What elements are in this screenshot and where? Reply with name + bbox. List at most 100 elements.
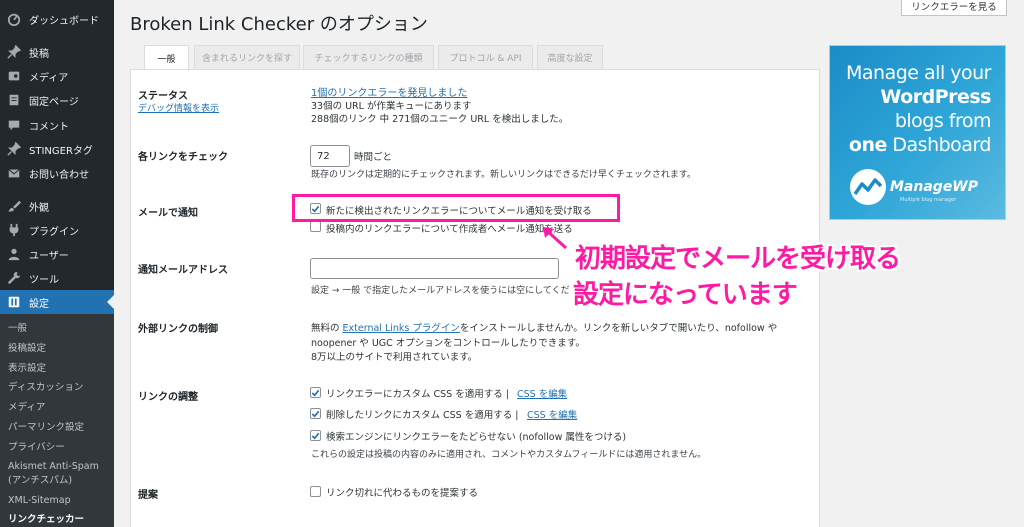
ad-line4-bold: one [848, 134, 887, 156]
page-title: Broken Link Checker のオプション [130, 14, 428, 35]
ad-line1: Manage all your [846, 62, 991, 84]
broken-css-checkbox[interactable] [310, 387, 321, 398]
checkmark-icon [311, 432, 320, 439]
checkmark-icon [311, 410, 320, 417]
menu-item-dashboard[interactable]: ダッシュボード [0, 7, 114, 31]
comment-icon [6, 117, 22, 133]
menu-label: 固定ページ [29, 96, 79, 108]
queue-text: 33個の URL が作業キューにあります [311, 101, 472, 112]
status-label: ステータス [138, 91, 188, 102]
menu-item-appearance[interactable]: 外観 [0, 194, 114, 218]
dashboard-icon [6, 11, 22, 27]
author-notify-checkbox[interactable] [310, 221, 321, 232]
menu-item-tools[interactable]: ツール [0, 266, 114, 290]
submenu-xml-sitemap[interactable]: XML-Sitemap [8, 494, 112, 508]
annotation-line2: 設定になっています [573, 280, 798, 310]
debug-info-link[interactable]: デバッグ情報を表示 [138, 101, 219, 114]
menu-label: 投稿 [29, 48, 49, 60]
author-notify-option-label: 投稿内のリンクエラーについて作成者へメール通知を送る [326, 224, 573, 235]
link-adjust-note: これらの設定は投稿の内容のみに適用され、コメントやカスタムフィールドには適用され… [311, 450, 707, 460]
user-icon [6, 246, 22, 262]
submenu-media[interactable]: メディア [8, 401, 112, 415]
pin-icon [6, 44, 22, 60]
removed-css-option-label: 削除したリンクにカスタム CSS を適用する | [326, 410, 519, 421]
notify-address-label: 通知メールアドレス [138, 265, 228, 276]
external-links-label: 外部リンクの制御 [138, 324, 218, 335]
broken-links-found-link[interactable]: 1個のリンクエラーを発見しました [311, 84, 467, 99]
admin-sidebar: ダッシュボード 投稿 メディア 固定ページ コメント STINGERタグ お問い… [0, 0, 114, 527]
recheck-value: 72 [317, 150, 330, 162]
recheck-note: 既存のリンクは定期的にチェックされます。新しいリンクはできるだけ早くチェックされ… [311, 170, 697, 180]
suggest-option-label: リンク切れに代わるものを提案する [326, 488, 479, 499]
ad-tagline: Multiple blog manager [900, 197, 957, 203]
menu-label: メディア [29, 72, 69, 84]
checkmark-icon [311, 389, 320, 396]
nofollow-option-label: 検索エンジンにリンクエラーをたどらせない (nofollow 属性をつける) [326, 432, 627, 443]
nofollow-checkbox[interactable] [310, 430, 321, 441]
submenu-discussion[interactable]: ディスカッション [8, 381, 112, 395]
recheck-label: 各リンクをチェック [138, 152, 228, 163]
menu-item-settings[interactable]: 設定 [0, 290, 114, 314]
media-icon [6, 68, 22, 84]
menu-item-stinger[interactable]: STINGERタグ [0, 137, 114, 161]
external-links-line2: noopener や UGC オプションをコントロールしたりできます。 [311, 338, 585, 349]
managewp-logo-icon [850, 169, 886, 205]
managewp-ad[interactable]: Manage all your WordPress blogs from one… [829, 45, 1006, 220]
broken-css-option-label: リンクエラーにカスタム CSS を適用する | [326, 389, 509, 400]
external-links-prefix: 無料の [311, 323, 343, 334]
external-links-plugin-link[interactable]: External Links プラグイン [343, 323, 460, 334]
notify-address-note: 設定 → 一般 で指定したメールアドレスを使うには空にしてくだ [311, 286, 570, 296]
mail-icon [6, 165, 22, 181]
menu-label: ツール [29, 274, 59, 286]
settings-submenu: 一般 投稿設定 表示設定 ディスカッション メディア パーマリンク設定 プライバ… [0, 314, 114, 527]
view-broken-links-label: リンクエラーを見る [911, 1, 997, 13]
pin-icon [6, 141, 22, 157]
submenu-privacy[interactable]: プライバシー [8, 441, 112, 455]
link-adjust-label: リンクの調整 [138, 392, 198, 403]
menu-item-users[interactable]: ユーザー [0, 242, 114, 266]
tab-look-for-links[interactable]: 含まれるリンクを探す [194, 45, 300, 69]
submenu-writing[interactable]: 投稿設定 [8, 342, 112, 356]
edit-removed-css-link[interactable]: CSS を編集 [527, 407, 577, 421]
submenu-general[interactable]: 一般 [8, 322, 112, 336]
ad-line4-rest: Dashboard [892, 134, 991, 156]
page-icon [6, 92, 22, 108]
brush-icon [6, 198, 22, 214]
ad-line4: one Dashboard [848, 134, 992, 156]
tab-link-types[interactable]: チェックするリンクの種類 [303, 45, 434, 69]
highlight-box [292, 194, 620, 222]
menu-item-media[interactable]: メディア [0, 64, 114, 88]
menu-item-comments[interactable]: コメント [0, 113, 114, 137]
submenu-reading[interactable]: 表示設定 [8, 362, 112, 376]
menu-label: コメント [29, 121, 69, 133]
menu-label: プラグイン [29, 226, 79, 238]
suggest-label: 提案 [138, 490, 158, 501]
submenu-akismet[interactable]: Akismet Anti-Spam (アンチスパム) [8, 460, 108, 488]
recheck-unit: 時間ごと [354, 152, 393, 163]
notify-email-input[interactable] [310, 258, 559, 279]
submenu-link-checker[interactable]: リンクチェッカー [8, 513, 112, 527]
submenu-permalink[interactable]: パーマリンク設定 [8, 421, 112, 435]
external-links-line3: 8万以上のサイトで利用されています。 [311, 352, 478, 363]
found-links-text: 288個のリンク 中 271個のユニーク URL を検出しました。 [311, 114, 569, 125]
annotation-line1: 初期設定でメールを受け取る [575, 244, 901, 274]
plugin-icon [6, 222, 22, 238]
menu-label: 外観 [29, 202, 49, 214]
suggest-checkbox[interactable] [310, 486, 321, 497]
menu-item-plugins[interactable]: プラグイン [0, 218, 114, 242]
removed-css-checkbox[interactable] [310, 408, 321, 419]
menu-label: STINGERタグ [29, 145, 93, 157]
menu-label: お問い合わせ [29, 169, 89, 181]
menu-item-posts[interactable]: 投稿 [0, 40, 114, 64]
edit-broken-css-link[interactable]: CSS を編集 [517, 386, 567, 400]
tab-advanced[interactable]: 高度な設定 [537, 45, 603, 69]
menu-label: ユーザー [29, 250, 69, 262]
recheck-interval-input[interactable]: 72 [310, 145, 350, 167]
tab-general[interactable]: 一般 [144, 45, 189, 70]
menu-item-pages[interactable]: 固定ページ [0, 88, 114, 112]
menu-item-contact[interactable]: お問い合わせ [0, 161, 114, 185]
tab-protocols-api[interactable]: プロトコル & API [438, 45, 533, 69]
view-broken-links-button[interactable]: リンクエラーを見る [901, 0, 1007, 16]
external-links-suffix: をインストールしませんか。リンクを新しいタブで開いたり、nofollow や [459, 323, 778, 334]
wrench-icon [6, 270, 22, 286]
